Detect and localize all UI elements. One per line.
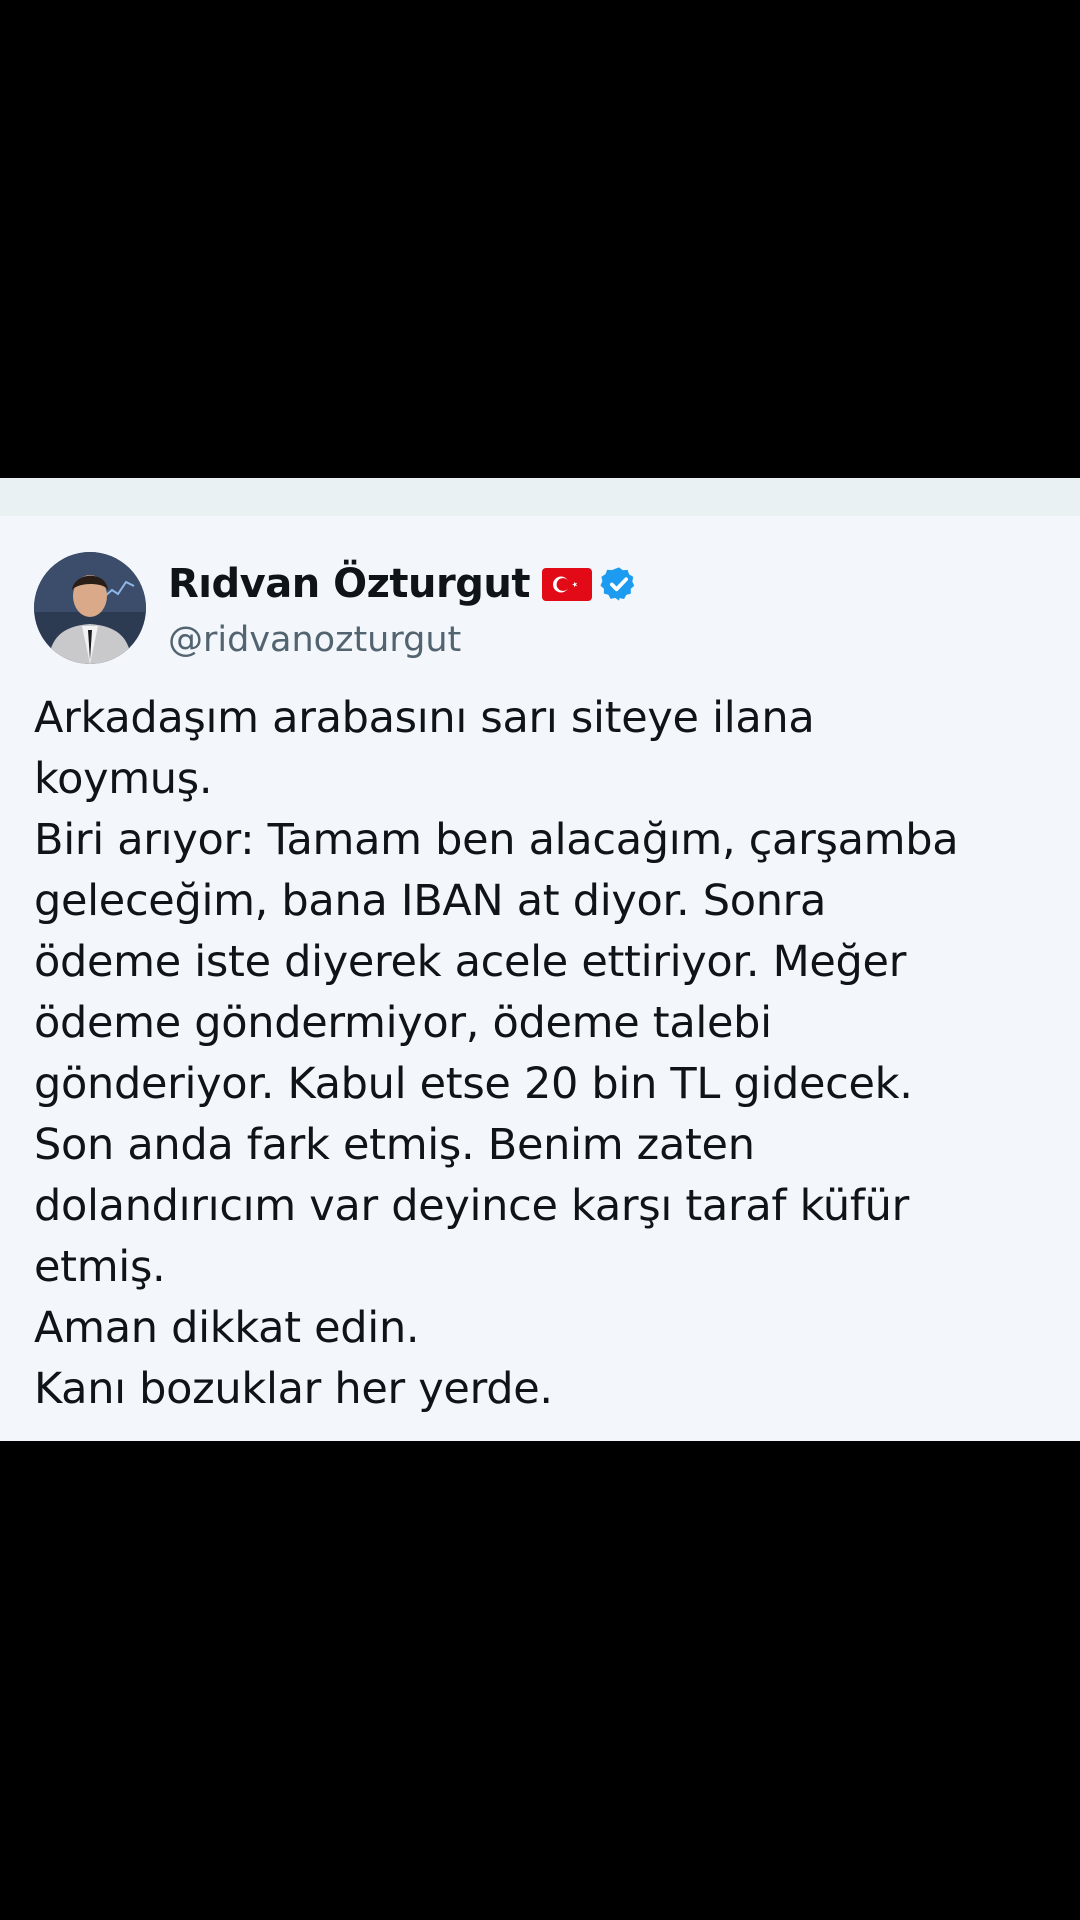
author-handle[interactable]: @ridvanozturgut	[168, 620, 638, 660]
tweet-text-line: Arkadaşım arabasını sarı siteye ilana	[34, 693, 815, 743]
author-display-name[interactable]: Rıdvan Özturgut	[168, 561, 530, 607]
tweet-text-line: ödeme iste diyerek acele ettiriyor. Meğe…	[34, 937, 907, 987]
tweet-text-line: Biri arıyor: Tamam ben alacağım, çarşamb…	[34, 815, 959, 865]
verified-badge-icon	[600, 565, 638, 603]
tweet-text-line: Aman dikkat edin.	[34, 1303, 420, 1353]
avatar[interactable]	[34, 552, 146, 664]
tweet-header: Rıdvan Özturgut @ridvanozturgut	[34, 550, 638, 666]
tweet-card: Rıdvan Özturgut @ridvanozturgut Arkadaşı…	[0, 478, 1080, 1441]
name-row: Rıdvan Özturgut	[168, 556, 638, 612]
turkey-flag-icon	[541, 567, 592, 601]
tweet-text-line: koymuş.	[34, 754, 213, 804]
tweet-text-line: gönderiyor. Kabul etse 20 bin TL gidecek…	[34, 1059, 913, 1109]
card-top-strip	[0, 478, 1080, 516]
tweet-text-line: Son anda fark etmiş. Benim zaten	[34, 1120, 755, 1170]
tweet-text-line: ödeme göndermiyor, ödeme talebi	[34, 998, 772, 1048]
tweet-text-line: Kanı bozuklar her yerde.	[34, 1364, 553, 1414]
tweet-text-line: geleceğim, bana IBAN at diyor. Sonra	[34, 876, 827, 926]
tweet-text-line: dolandırıcım var deyince karşı taraf küf…	[34, 1181, 910, 1231]
avatar-image	[34, 552, 146, 664]
screen: Rıdvan Özturgut @ridvanozturgut Arkadaşı…	[0, 0, 1080, 1920]
tweet-text-line: etmiş.	[34, 1242, 166, 1292]
tweet-text: Arkadaşım arabasını sarı siteye ilana ko…	[34, 688, 1044, 1420]
author-identity: Rıdvan Özturgut @ridvanozturgut	[168, 556, 638, 660]
